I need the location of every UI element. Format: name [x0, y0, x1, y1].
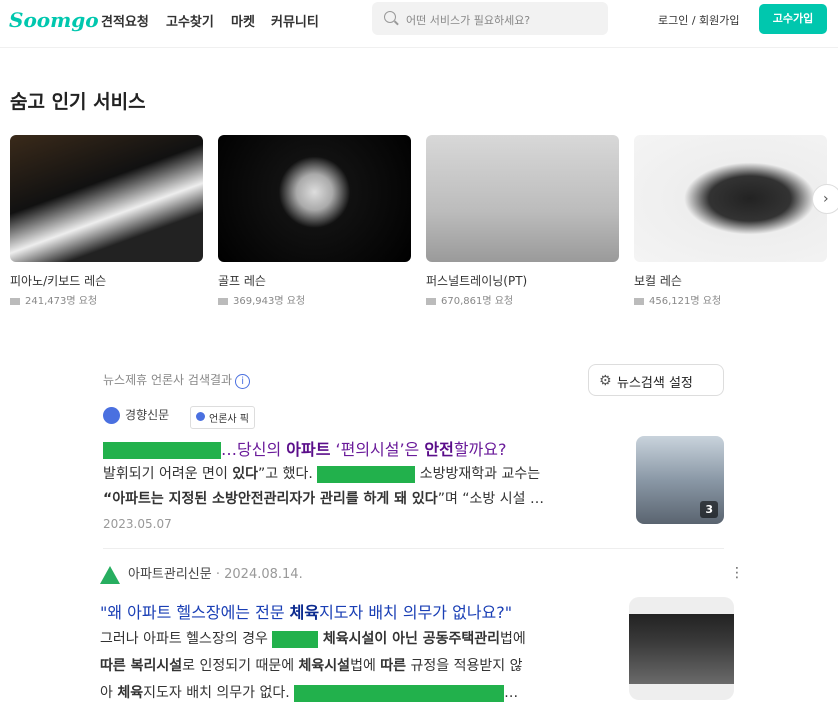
- request-count: 670,861명 요청: [426, 292, 619, 307]
- article-thumbnail[interactable]: [629, 597, 734, 700]
- divider: [103, 548, 724, 549]
- news-settings-button[interactable]: ⚙ 뉴스검색 설정: [588, 364, 724, 396]
- service-name: 골프 레슨: [218, 274, 266, 288]
- request-count: 241,473명 요청: [10, 292, 203, 307]
- publisher-logo: [103, 407, 120, 424]
- article-title[interactable]: …당신의 아파트 ‘편의시설’은 안전할까요?: [103, 436, 506, 460]
- redacted: [317, 465, 416, 483]
- article-date: · 2024.08.14.: [215, 567, 303, 582]
- article-title[interactable]: "왜 아파트 헬스장에는 전문 체육지도자 배치 의무가 없나요?": [100, 599, 512, 623]
- pro-join-button[interactable]: 고수가입: [759, 4, 827, 34]
- service-card[interactable]: 퍼스널트레이닝(PT) 670,861명 요청: [426, 135, 619, 307]
- nav-community[interactable]: 커뮤니티: [271, 11, 319, 30]
- triangle-logo-icon: [100, 565, 120, 584]
- info-icon[interactable]: i: [235, 374, 251, 389]
- article-snippet: 그러나 아파트 헬스장의 경우 체육시설이 아닌 공동주택관리법에 따른 복리시설…: [100, 630, 526, 702]
- service-card[interactable]: 피아노/키보드 레슨 241,473명 요청: [10, 135, 203, 307]
- request-count: 456,121명 요청: [634, 292, 827, 307]
- piano-image: [10, 135, 203, 262]
- search-input[interactable]: 어떤 서비스가 필요하세요?: [372, 2, 608, 35]
- article-snippet: 발휘되기 어려운 면이 있다”고 했다. 소방방재학과 교수는 “아파트는 지정된…: [103, 465, 544, 507]
- redacted: [294, 684, 505, 702]
- request-count: 369,943명 요청: [218, 292, 411, 307]
- section-title: 숨고 인기 서비스: [10, 91, 146, 113]
- service-name: 퍼스널트레이닝(PT): [426, 274, 528, 288]
- service-name: 보컬 레슨: [634, 274, 682, 288]
- image-count-badge: 3: [700, 501, 718, 518]
- nav-quote[interactable]: 견적요청: [101, 11, 149, 30]
- mail-icon: [10, 297, 20, 305]
- login-link[interactable]: 로그인 / 회원가입: [658, 12, 740, 28]
- article-thumbnail[interactable]: 3: [636, 436, 724, 524]
- press-pick-badge: 언론사 픽: [190, 406, 255, 429]
- redacted: [103, 442, 221, 459]
- golf-image: [218, 135, 411, 262]
- gear-icon: ⚙: [599, 373, 612, 389]
- mail-icon: [426, 297, 436, 305]
- header: Soomgo 견적요청 고수찾기 마켓 커뮤니티 어떤 서비스가 필요하세요? …: [0, 0, 838, 48]
- news-header: 뉴스제휴 언론사 검색결과 i: [103, 371, 251, 389]
- gym-image: [629, 614, 734, 684]
- service-name: 피아노/키보드 레슨: [10, 274, 107, 288]
- search-icon: [384, 11, 396, 23]
- publisher[interactable]: 아파트관리신문 · 2024.08.14.: [100, 563, 303, 584]
- article-date: 2023.05.07: [103, 517, 172, 531]
- service-card[interactable]: 보컬 레슨 456,121명 요청: [634, 135, 827, 307]
- next-arrow-button[interactable]: ›: [812, 184, 838, 214]
- publisher[interactable]: 경향신문: [103, 406, 169, 424]
- service-card[interactable]: 골프 레슨 369,943명 요청: [218, 135, 411, 307]
- more-options-icon[interactable]: ⋮: [730, 565, 744, 581]
- redacted: [272, 630, 319, 648]
- pt-image: [426, 135, 619, 262]
- nav-find-pro[interactable]: 고수찾기: [166, 11, 214, 30]
- mail-icon: [634, 297, 644, 305]
- vocal-image: [634, 135, 827, 262]
- nav-market[interactable]: 마켓: [231, 11, 255, 30]
- mail-icon: [218, 297, 228, 305]
- logo[interactable]: Soomgo: [9, 8, 99, 32]
- search-placeholder: 어떤 서비스가 필요하세요?: [406, 14, 531, 27]
